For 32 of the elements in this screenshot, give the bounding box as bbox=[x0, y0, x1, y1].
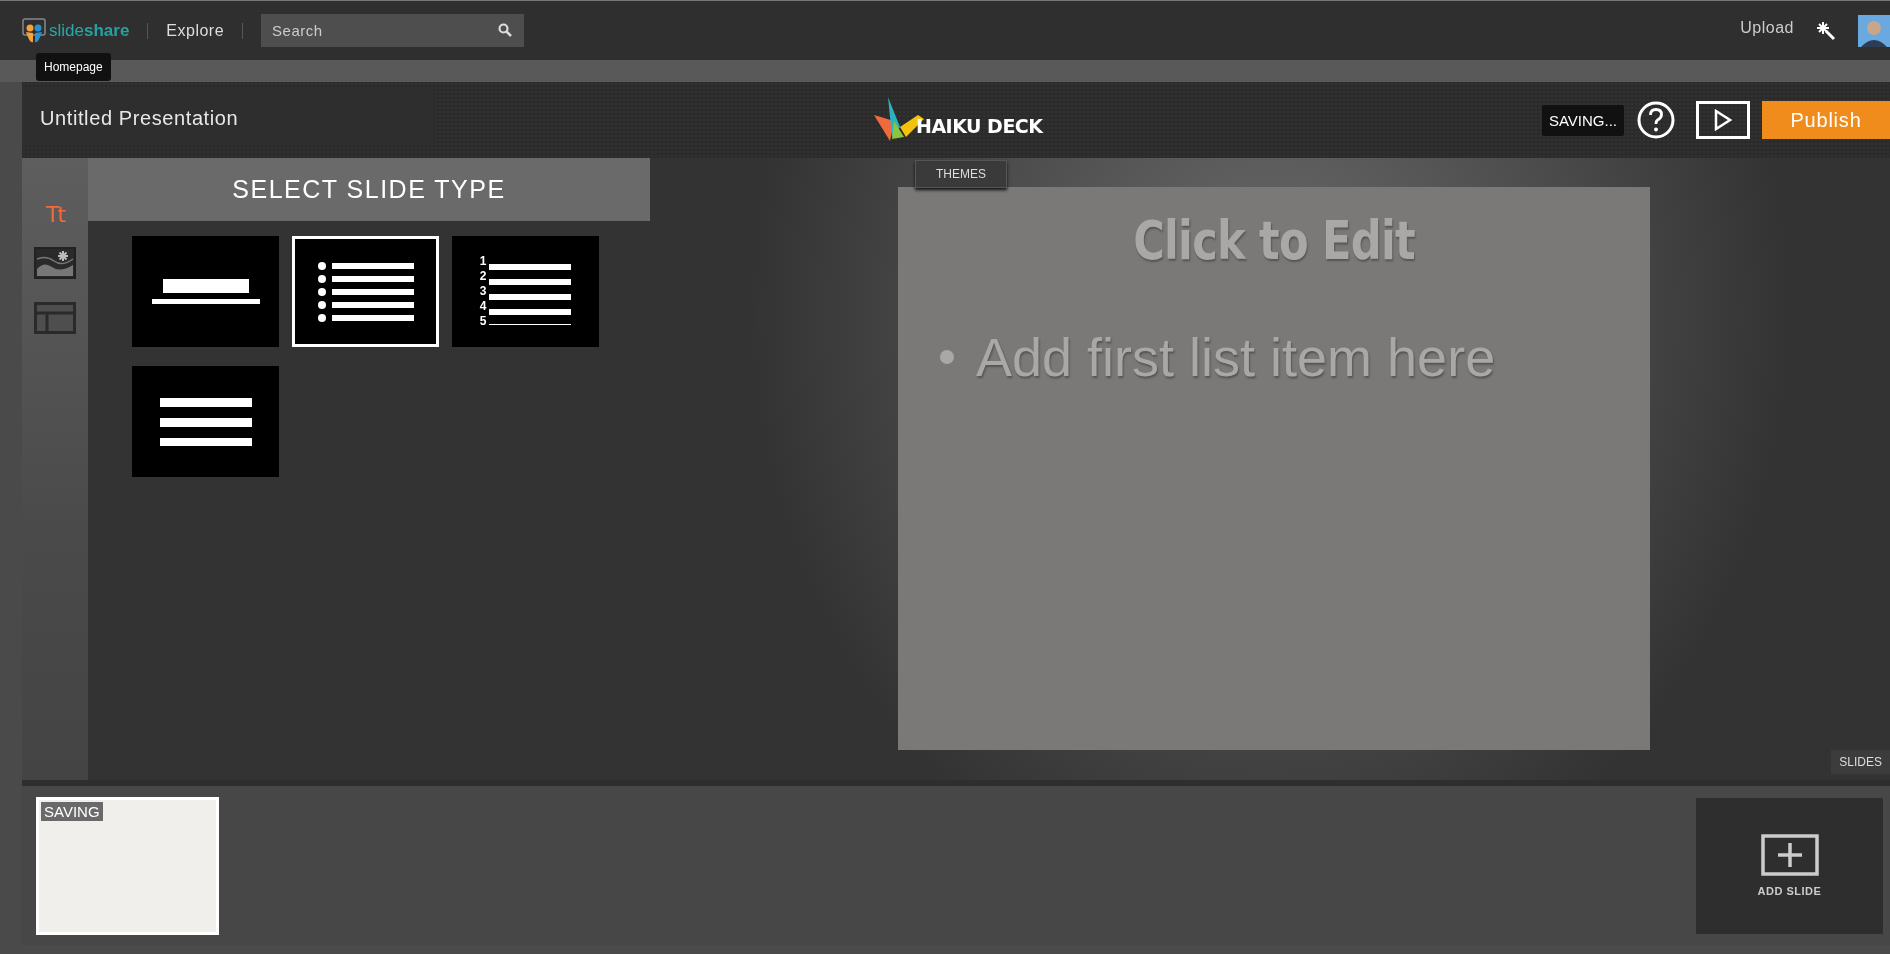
list-numbers: 1 2 3 4 5 bbox=[479, 254, 487, 329]
slide-type-option[interactable] bbox=[132, 236, 279, 347]
slide-type-option[interactable] bbox=[292, 236, 439, 347]
avatar[interactable] bbox=[1858, 14, 1890, 47]
play-icon bbox=[1714, 109, 1732, 131]
slide-thumbnail[interactable]: SAVING bbox=[36, 796, 219, 935]
sparkle-icon[interactable] bbox=[1816, 20, 1836, 41]
bullet-list-icon bbox=[317, 261, 414, 322]
slides-tab[interactable]: SLIDES bbox=[1831, 750, 1890, 774]
logo-icon[interactable] bbox=[22, 17, 46, 44]
saving-badge: SAVING bbox=[41, 801, 103, 821]
haiku-deck-logo-text: HAIKU DECK bbox=[916, 115, 1043, 137]
title-layout-icon bbox=[151, 278, 260, 305]
plus-icon bbox=[1760, 834, 1819, 876]
add-slide-button[interactable]: ADD SLIDE bbox=[1696, 797, 1883, 934]
slide-type-option[interactable]: 1 2 3 4 5 bbox=[452, 236, 599, 347]
logo-text[interactable]: slideshare bbox=[49, 20, 130, 41]
image-tool[interactable] bbox=[34, 247, 76, 282]
upload-link[interactable]: Upload bbox=[1740, 18, 1794, 37]
panel-heading: SELECT SLIDE TYPE bbox=[88, 158, 650, 221]
presentation-title-field[interactable]: Untitled Presentation bbox=[22, 90, 434, 146]
search-icon[interactable] bbox=[498, 23, 513, 37]
bullet-icon bbox=[940, 350, 954, 364]
saving-status: SAVING... bbox=[1541, 104, 1624, 136]
slide-type-option[interactable] bbox=[132, 366, 279, 477]
text-lines-icon bbox=[159, 397, 252, 446]
explore-link[interactable]: Explore bbox=[166, 21, 225, 40]
help-icon[interactable] bbox=[1636, 100, 1676, 140]
search-field[interactable]: Search bbox=[261, 14, 525, 47]
themes-tab[interactable]: THEMES bbox=[915, 160, 1007, 188]
play-button[interactable] bbox=[1696, 101, 1750, 139]
tooltip: Homepage bbox=[36, 53, 111, 81]
